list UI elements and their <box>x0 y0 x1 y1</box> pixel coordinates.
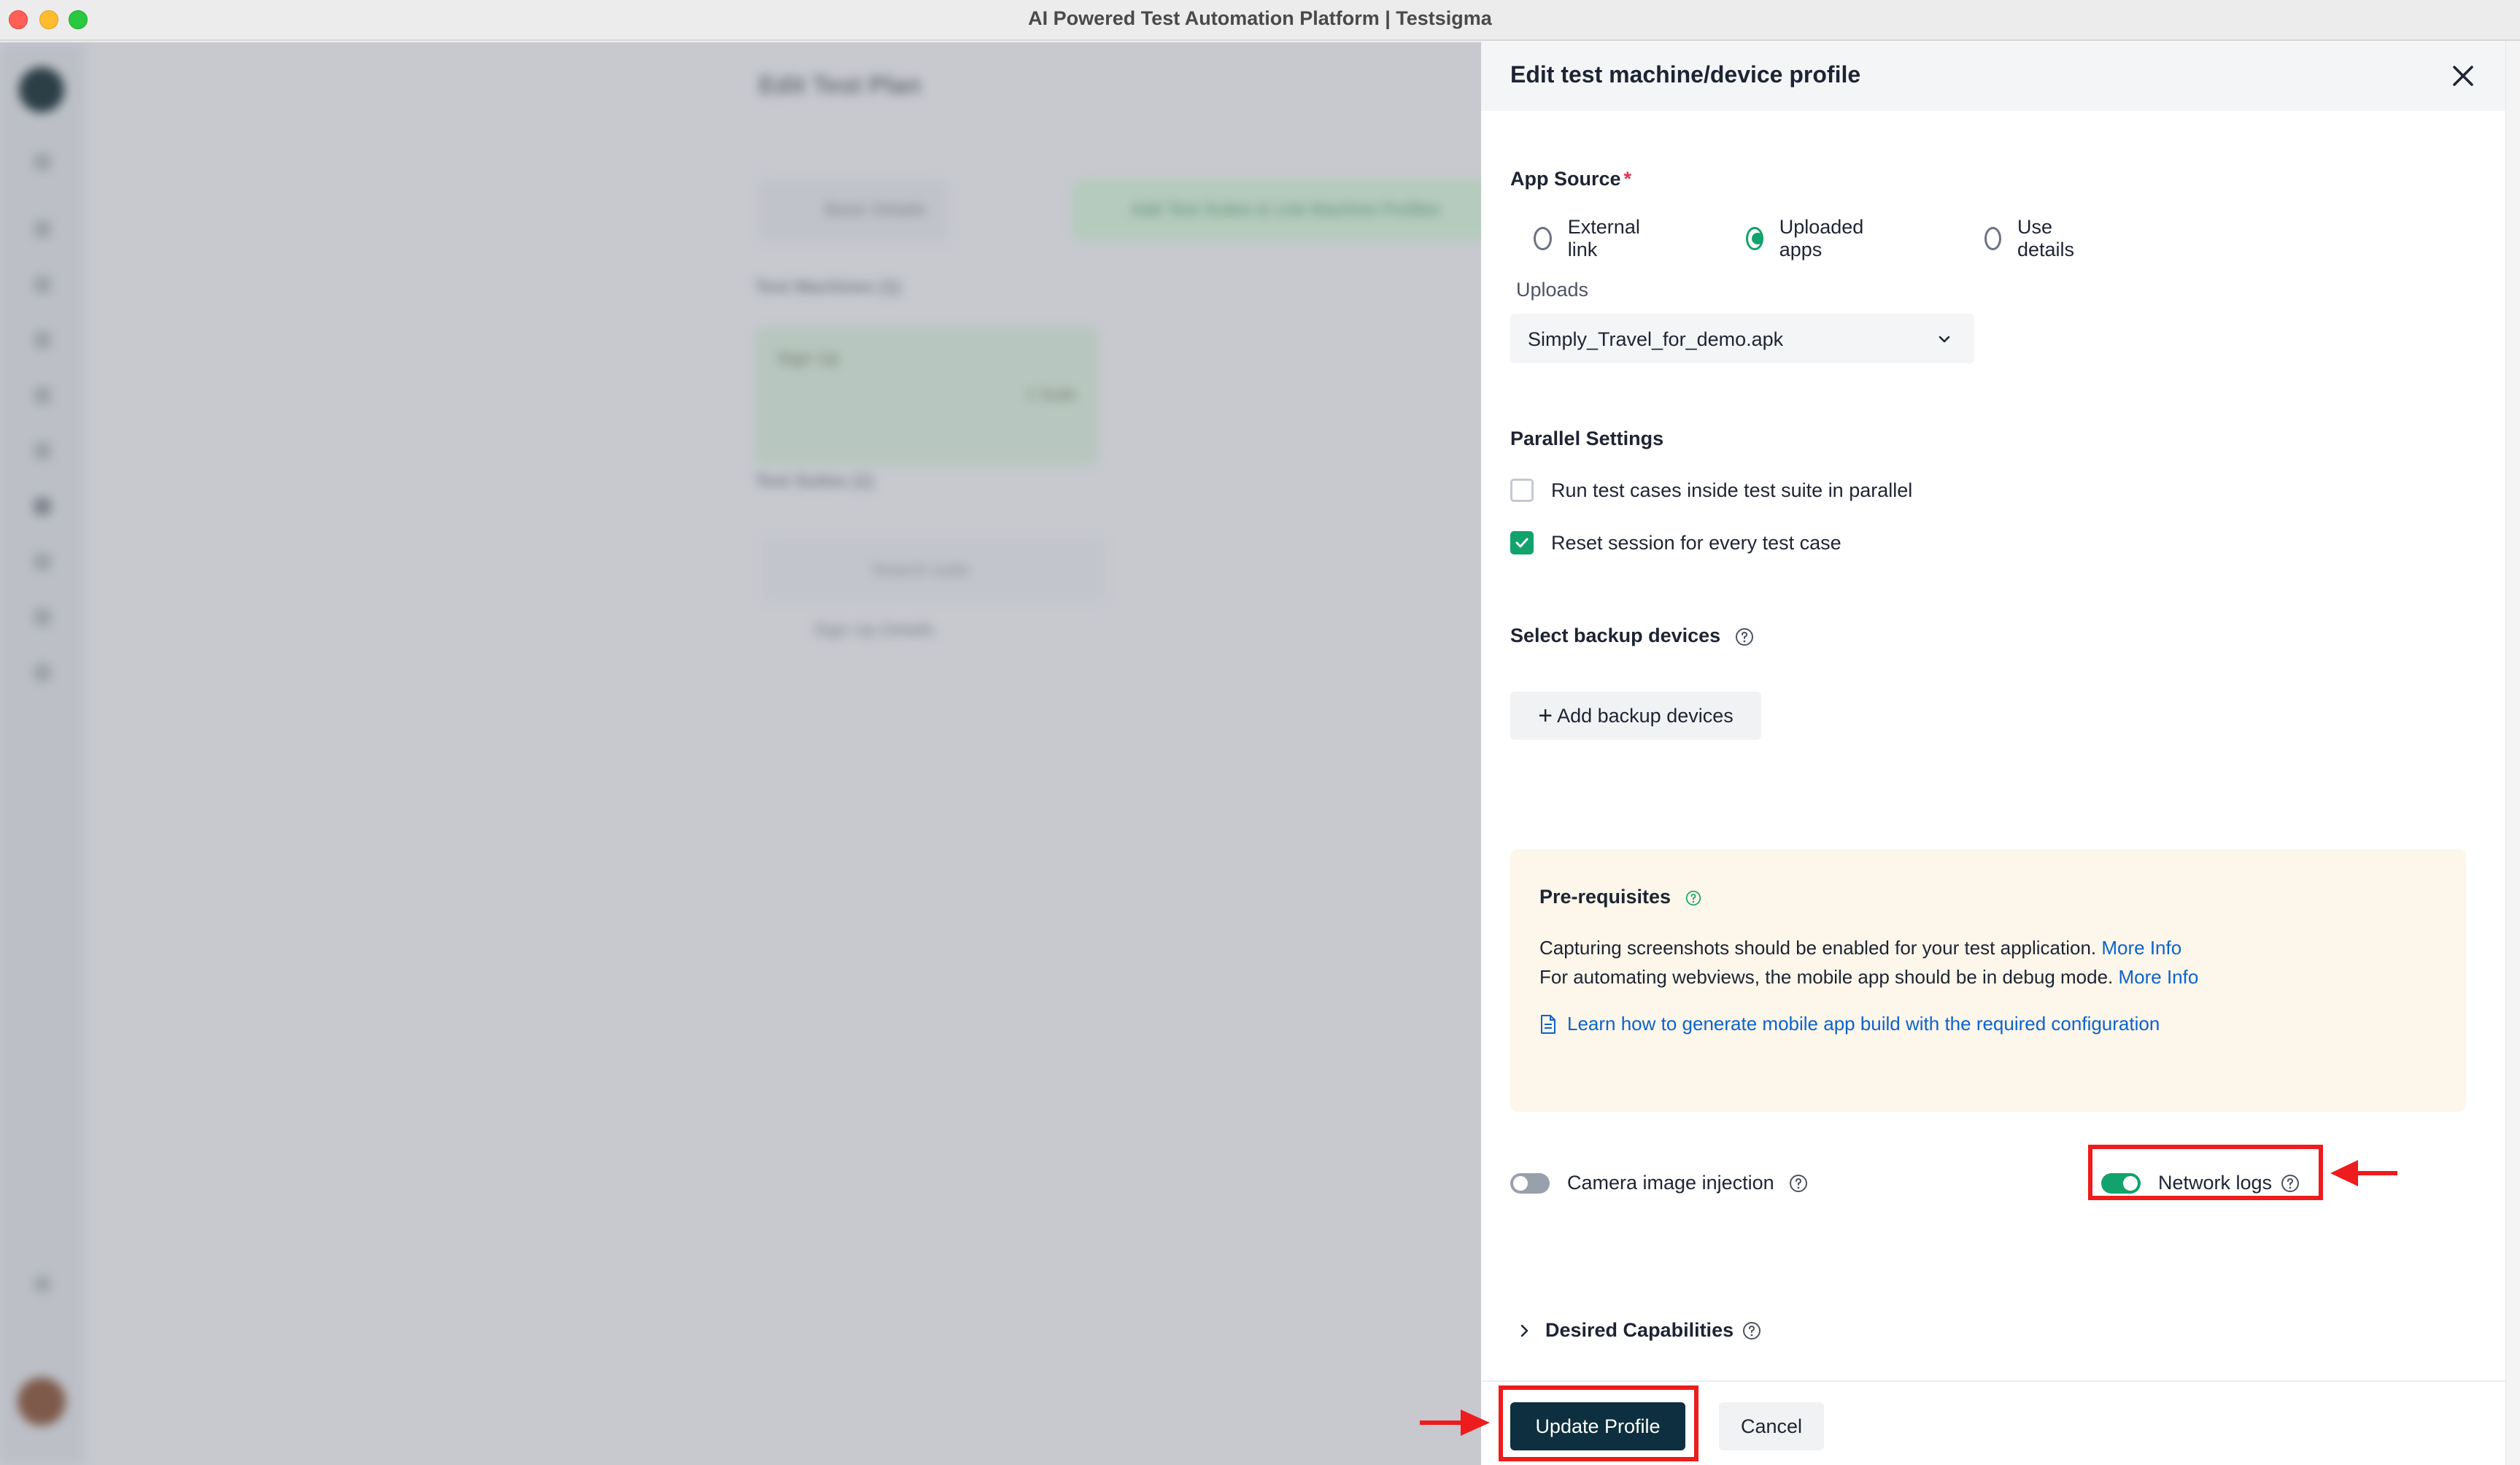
radio-uploaded-apps-label: Uploaded apps <box>1779 216 1864 260</box>
nav-dashboard-icon <box>34 220 51 238</box>
machine-card-title: Sign Up <box>777 349 840 368</box>
prerequisites-title: Pre-requisites <box>1539 886 1701 908</box>
reset-session-label: Reset session for every test case <box>1551 531 1841 554</box>
info-help-icon[interactable] <box>1685 890 1701 906</box>
machine-card-meta: 1 Suite <box>1026 385 1077 403</box>
more-info-link-screenshots[interactable]: More Info <box>2101 937 2181 959</box>
app-source-label-text: App Source <box>1510 168 1621 190</box>
update-profile-highlight <box>1499 1385 1698 1461</box>
uploads-label: Uploads <box>1516 279 1589 301</box>
nav-reports-icon <box>34 608 51 626</box>
help-icon[interactable] <box>1735 627 1754 646</box>
edit-profile-drawer: Edit test machine/device profile App Sou… <box>1481 41 2505 1465</box>
radio-uploaded-apps-circle[interactable] <box>1746 227 1763 250</box>
radio-uploaded-apps[interactable]: Uploaded apps <box>1746 216 1870 261</box>
radio-external-link-label: External link <box>1567 216 1640 260</box>
parallel-run-label: Run test cases inside test suite in para… <box>1551 479 1913 501</box>
prerequisite-line-webviews-text: For automating webviews, the mobile app … <box>1539 966 2114 988</box>
backup-devices-label-text: Select backup devices <box>1510 625 1721 646</box>
drawer-scrollbar[interactable] <box>2505 41 2520 1465</box>
prerequisites-box: Pre-requisites Capturing screenshots sho… <box>1510 849 2466 1112</box>
uploads-select-value: Simply_Travel_for_demo.apk <box>1528 328 1784 350</box>
suite-search: Search suite <box>762 538 1105 601</box>
radio-use-details-label: Use details <box>2017 216 2074 260</box>
test-suites-label: Test Suites (1) <box>755 471 874 491</box>
prerequisite-line-screenshots: Capturing screenshots should be enabled … <box>1539 937 2181 959</box>
radio-use-details[interactable]: Use details <box>1984 216 2081 261</box>
nav-help-icon <box>34 1275 51 1293</box>
more-info-link-webviews[interactable]: More Info <box>2119 966 2199 988</box>
nav-home-icon <box>34 153 51 171</box>
reset-session-checkbox[interactable] <box>1510 531 1534 554</box>
camera-injection-toggle[interactable] <box>1510 1172 1550 1194</box>
desired-capabilities-toggle[interactable]: Desired Capabilities <box>1510 1319 1761 1342</box>
uploads-select[interactable]: Simply_Travel_for_demo.apk <box>1510 314 1974 363</box>
camera-injection-label: Camera image injection <box>1567 1172 1774 1194</box>
backup-devices-label: Select backup devices <box>1510 625 1754 647</box>
cancel-button[interactable]: Cancel <box>1719 1402 1824 1450</box>
test-machines-label: Test Machines (1) <box>755 277 901 297</box>
machine-card: Sign Up 1 Suite <box>755 327 1098 465</box>
camera-help-icon[interactable] <box>1789 1174 1808 1193</box>
parallel-settings-label: Parallel Settings <box>1510 428 1664 449</box>
nav-settings-icon <box>34 664 51 681</box>
add-backup-devices-button[interactable]: + Add backup devices <box>1510 692 1761 740</box>
drawer-header: Edit test machine/device profile <box>1481 41 2505 111</box>
nav-cases-icon <box>34 276 51 293</box>
window-title: AI Powered Test Automation Platform | Te… <box>1028 7 1492 29</box>
add-suites-button: Add Test Suites & Link Machine Profiles <box>1072 179 1481 241</box>
radio-external-link[interactable]: External link <box>1534 216 1645 261</box>
arrow-left-icon <box>2330 1160 2397 1186</box>
drawer-title: Edit test machine/device profile <box>1510 61 1861 88</box>
page-title: Edit Test Plan <box>759 71 921 99</box>
reset-session-checkbox-row[interactable]: Reset session for every test case <box>1510 531 1841 554</box>
camera-injection-row: Camera image injection <box>1510 1172 1808 1194</box>
document-icon <box>1541 1015 1555 1034</box>
plus-icon: + <box>1538 702 1553 730</box>
learn-build-config-link[interactable]: Learn how to generate mobile app build w… <box>1567 1013 2160 1035</box>
required-mark: * <box>1623 168 1632 190</box>
parallel-run-checkbox[interactable] <box>1510 479 1534 502</box>
nav-data-icon <box>34 387 51 404</box>
user-avatar <box>18 1377 66 1426</box>
suite-row: Sign Up Details <box>813 620 935 640</box>
check-icon <box>1515 538 1528 548</box>
prerequisites-title-text: Pre-requisites <box>1539 886 1671 908</box>
app-sidebar <box>0 42 85 1465</box>
basic-details-button: Basic Details <box>759 179 948 241</box>
prerequisite-line-screenshots-text: Capturing screenshots should be enabled … <box>1539 937 2097 959</box>
network-logs-highlight <box>2088 1145 2323 1200</box>
nav-suites-icon <box>34 442 51 460</box>
background-app-overlay: Edit Test Plan Basic Details Add Test Su… <box>0 42 1481 1465</box>
radio-external-link-circle[interactable] <box>1534 227 1552 250</box>
desired-help-icon[interactable] <box>1742 1321 1761 1340</box>
chevron-down-icon[interactable] <box>1936 331 1952 347</box>
arrow-right-icon <box>1420 1410 1490 1436</box>
close-icon[interactable] <box>2450 63 2476 89</box>
window-titlebar: AI Powered Test Automation Platform | Te… <box>0 0 2520 41</box>
desired-capabilities-label: Desired Capabilities <box>1545 1319 1734 1341</box>
nav-plans-icon <box>34 498 51 515</box>
app-source-label: App Source * <box>1510 168 1631 190</box>
nav-runs-icon <box>34 553 51 571</box>
radio-use-details-circle[interactable] <box>1984 227 2001 250</box>
chevron-right-icon[interactable] <box>1518 1323 1532 1339</box>
parallel-run-checkbox-row[interactable]: Run test cases inside test suite in para… <box>1510 479 1912 502</box>
nav-steps-icon <box>34 331 51 349</box>
prerequisite-line-webviews: For automating webviews, the mobile app … <box>1539 966 2198 989</box>
app-logo <box>19 67 64 112</box>
add-backup-devices-label: Add backup devices <box>1557 704 1734 727</box>
